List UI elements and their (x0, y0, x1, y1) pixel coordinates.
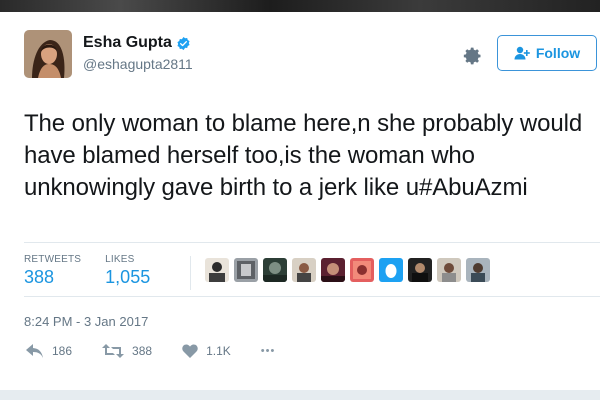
name-row: Esha Gupta (83, 34, 193, 52)
reply-count: 186 (52, 344, 73, 358)
user-handle[interactable]: @eshagupta2811 (83, 56, 193, 72)
gear-icon[interactable] (463, 46, 483, 66)
tweet-text: The only woman to blame here,n she proba… (24, 110, 583, 201)
like-count: 1.1K (206, 344, 231, 358)
tweet-actions: 186 388 1.1K ••• (26, 344, 305, 358)
retweet-count: 388 (132, 344, 153, 358)
likes-stat[interactable]: LIKES 1,055 (105, 254, 150, 288)
liker-avatar[interactable] (292, 258, 316, 282)
follow-user-icon (514, 46, 530, 60)
liker-avatar[interactable] (234, 258, 258, 282)
user-info: Esha Gupta @eshagupta2811 (83, 34, 193, 72)
verified-badge-icon (176, 36, 191, 51)
footer-strip (0, 390, 600, 400)
retweets-label: RETWEETS (24, 254, 82, 265)
divider-top (24, 242, 600, 243)
reply-icon (26, 344, 44, 358)
display-name[interactable]: Esha Gupta (83, 34, 172, 52)
divider-middle (24, 296, 600, 297)
more-icon[interactable]: ••• (261, 345, 276, 357)
retweets-stat[interactable]: RETWEETS 388 (24, 254, 81, 288)
stats-separator (190, 256, 191, 290)
retweet-icon (102, 344, 125, 358)
reply-action[interactable]: 186 (26, 344, 72, 358)
follow-button[interactable]: Follow (497, 35, 597, 71)
liker-avatar[interactable] (466, 258, 490, 282)
liker-avatar[interactable] (321, 258, 345, 282)
likes-label: LIKES (105, 254, 135, 265)
follow-label: Follow (535, 45, 581, 61)
heart-icon (182, 344, 198, 358)
like-action[interactable]: 1.1K (182, 344, 231, 358)
retweet-action[interactable]: 388 (102, 344, 152, 358)
tweet-timestamp[interactable]: 8:24 PM - 3 Jan 2017 (24, 314, 148, 329)
liker-avatar[interactable] (205, 258, 229, 282)
likers-list (205, 258, 490, 282)
liker-avatar[interactable] (437, 258, 461, 282)
more-label: ••• (260, 345, 276, 357)
liker-avatar[interactable] (263, 258, 287, 282)
retweets-value: 388 (24, 267, 55, 287)
background-image-strip (0, 0, 600, 12)
liker-avatar[interactable] (379, 258, 403, 282)
liker-avatar[interactable] (350, 258, 374, 282)
liker-avatar[interactable] (408, 258, 432, 282)
tweet-stats: RETWEETS 388 LIKES 1,055 (24, 254, 174, 288)
likes-value: 1,055 (105, 267, 151, 287)
avatar[interactable] (24, 30, 72, 78)
